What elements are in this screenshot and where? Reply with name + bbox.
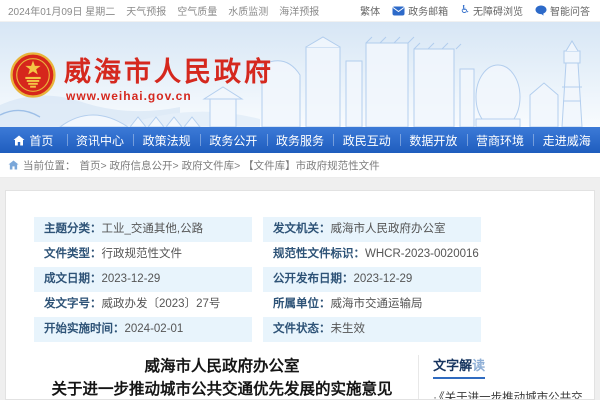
nav-item-gov-info[interactable]: 政务公开	[200, 127, 267, 153]
nav-item-interaction[interactable]: 政民互动	[333, 127, 400, 153]
document-title: 威海市人民政府办公室 关于进一步推动城市公共交通优先发展的实施意见	[34, 355, 410, 400]
document-title-line1: 威海市人民政府办公室	[34, 355, 410, 378]
top-utility-bar: 2024年01月09日 星期二 天气预报 空气质量 水质监测 海洋预报 繁体 政…	[0, 0, 600, 22]
home-icon	[13, 135, 25, 146]
site-logo-title[interactable]: 威海市人民政府	[64, 50, 274, 89]
accessibility-link[interactable]: ♿ 无障碍浏览	[460, 3, 523, 18]
meta-label: 公开发布日期：	[273, 273, 354, 285]
meta-label: 规范性文件标识：	[273, 248, 365, 260]
meta-value: 威海市人民政府办公室	[331, 223, 446, 235]
meta-label: 所属单位：	[273, 298, 331, 310]
current-date: 2024年01月09日 星期二	[8, 3, 115, 18]
meta-value: 2023-12-29	[102, 273, 161, 285]
meta-label: 成文日期：	[44, 273, 102, 285]
document-detail-card: 主题分类：工业_交通其他,公路 发文机关：威海市人民政府办公室 文件类型：行政规…	[5, 190, 595, 400]
breadcrumb: 当前位置： 首页> 政府信息公开> 政府文件库> 【文件库】市政府规范性文件	[0, 153, 600, 178]
meta-value: 威政办发〔2023〕27号	[102, 298, 221, 310]
meta-row: 发文字号：威政办发〔2023〕27号 所属单位：威海市交通运输局	[34, 292, 481, 317]
meta-value: 未生效	[331, 323, 366, 335]
traditional-chinese-toggle[interactable]: 繁体	[360, 3, 380, 18]
meta-row: 文件类型：行政规范性文件 规范性文件标识：WHCR-2023-0020016	[34, 242, 481, 267]
breadcrumb-label: 当前位置：	[23, 158, 76, 173]
breadcrumb-path[interactable]: 首页> 政府信息公开> 政府文件库> 【文件库】市政府规范性文件	[80, 158, 380, 173]
list-bullet: ·	[433, 392, 437, 400]
document-meta-table: 主题分类：工业_交通其他,公路 发文机关：威海市人民政府办公室 文件类型：行政规…	[34, 217, 481, 342]
meta-label: 文件状态：	[273, 323, 331, 335]
topbar-link-air-quality[interactable]: 空气质量	[177, 3, 217, 18]
chat-bubble-icon	[535, 5, 547, 16]
meta-label: 发文机关：	[273, 223, 331, 235]
mail-icon	[392, 6, 405, 16]
meta-row: 成文日期：2023-12-29 公开发布日期：2023-12-29	[34, 267, 481, 292]
nav-item-business-env[interactable]: 营商环境	[467, 127, 534, 153]
interpretation-sidebar: 文字解读 ·《关于进一步推动城市公共交通优先发展的实施意见》政策解读	[418, 355, 594, 400]
meta-label: 主题分类：	[44, 223, 102, 235]
nav-item-policies[interactable]: 政策法规	[133, 127, 200, 153]
topbar-link-weather[interactable]: 天气预报	[126, 3, 166, 18]
smart-qa-link[interactable]: 智能问答	[535, 3, 590, 18]
meta-value: 2023-12-29	[354, 273, 413, 285]
nav-item-about-weihai[interactable]: 走进威海	[533, 127, 600, 153]
gov-mail-link[interactable]: 政务邮箱	[392, 3, 448, 18]
meta-value: 2024-02-01	[125, 323, 184, 335]
meta-value: 行政规范性文件	[102, 248, 183, 260]
nav-item-gov-services[interactable]: 政务服务	[267, 127, 334, 153]
meta-label: 开始实施时间：	[44, 323, 125, 335]
site-header: 威海市人民政府 www.weihai.gov.cn	[0, 22, 600, 127]
breadcrumb-home-icon	[8, 160, 19, 170]
meta-value: WHCR-2023-0020016	[365, 248, 479, 260]
topbar-link-water-quality[interactable]: 水质监测	[228, 3, 268, 18]
national-emblem	[10, 52, 56, 98]
interpretation-link[interactable]: ·《关于进一步推动城市公共交通优先发展的实施意见》政策解读	[433, 388, 594, 400]
accessibility-icon: ♿	[460, 5, 470, 16]
main-navigation: 首页 资讯中心 政策法规 政务公开 政务服务 政民互动 数据开放 营商环境 走进…	[0, 127, 600, 153]
site-url: www.weihai.gov.cn	[66, 89, 192, 103]
meta-label: 发文字号：	[44, 298, 102, 310]
meta-row: 开始实施时间：2024-02-01 文件状态：未生效	[34, 317, 481, 342]
nav-item-news-center[interactable]: 资讯中心	[67, 127, 134, 153]
document-title-line2: 关于进一步推动城市公共交通优先发展的实施意见	[34, 378, 410, 400]
topbar-link-ocean-forecast[interactable]: 海洋预报	[279, 3, 319, 18]
meta-label: 文件类型：	[44, 248, 102, 260]
nav-item-open-data[interactable]: 数据开放	[400, 127, 467, 153]
meta-row: 主题分类：工业_交通其他,公路 发文机关：威海市人民政府办公室	[34, 217, 481, 242]
sidebar-section-title: 文字解读	[433, 355, 485, 379]
meta-value: 威海市交通运输局	[331, 298, 423, 310]
page-background: 主题分类：工业_交通其他,公路 发文机关：威海市人民政府办公室 文件类型：行政规…	[0, 178, 600, 400]
nav-item-home[interactable]: 首页	[0, 127, 67, 153]
meta-value: 工业_交通其他,公路	[102, 223, 204, 235]
